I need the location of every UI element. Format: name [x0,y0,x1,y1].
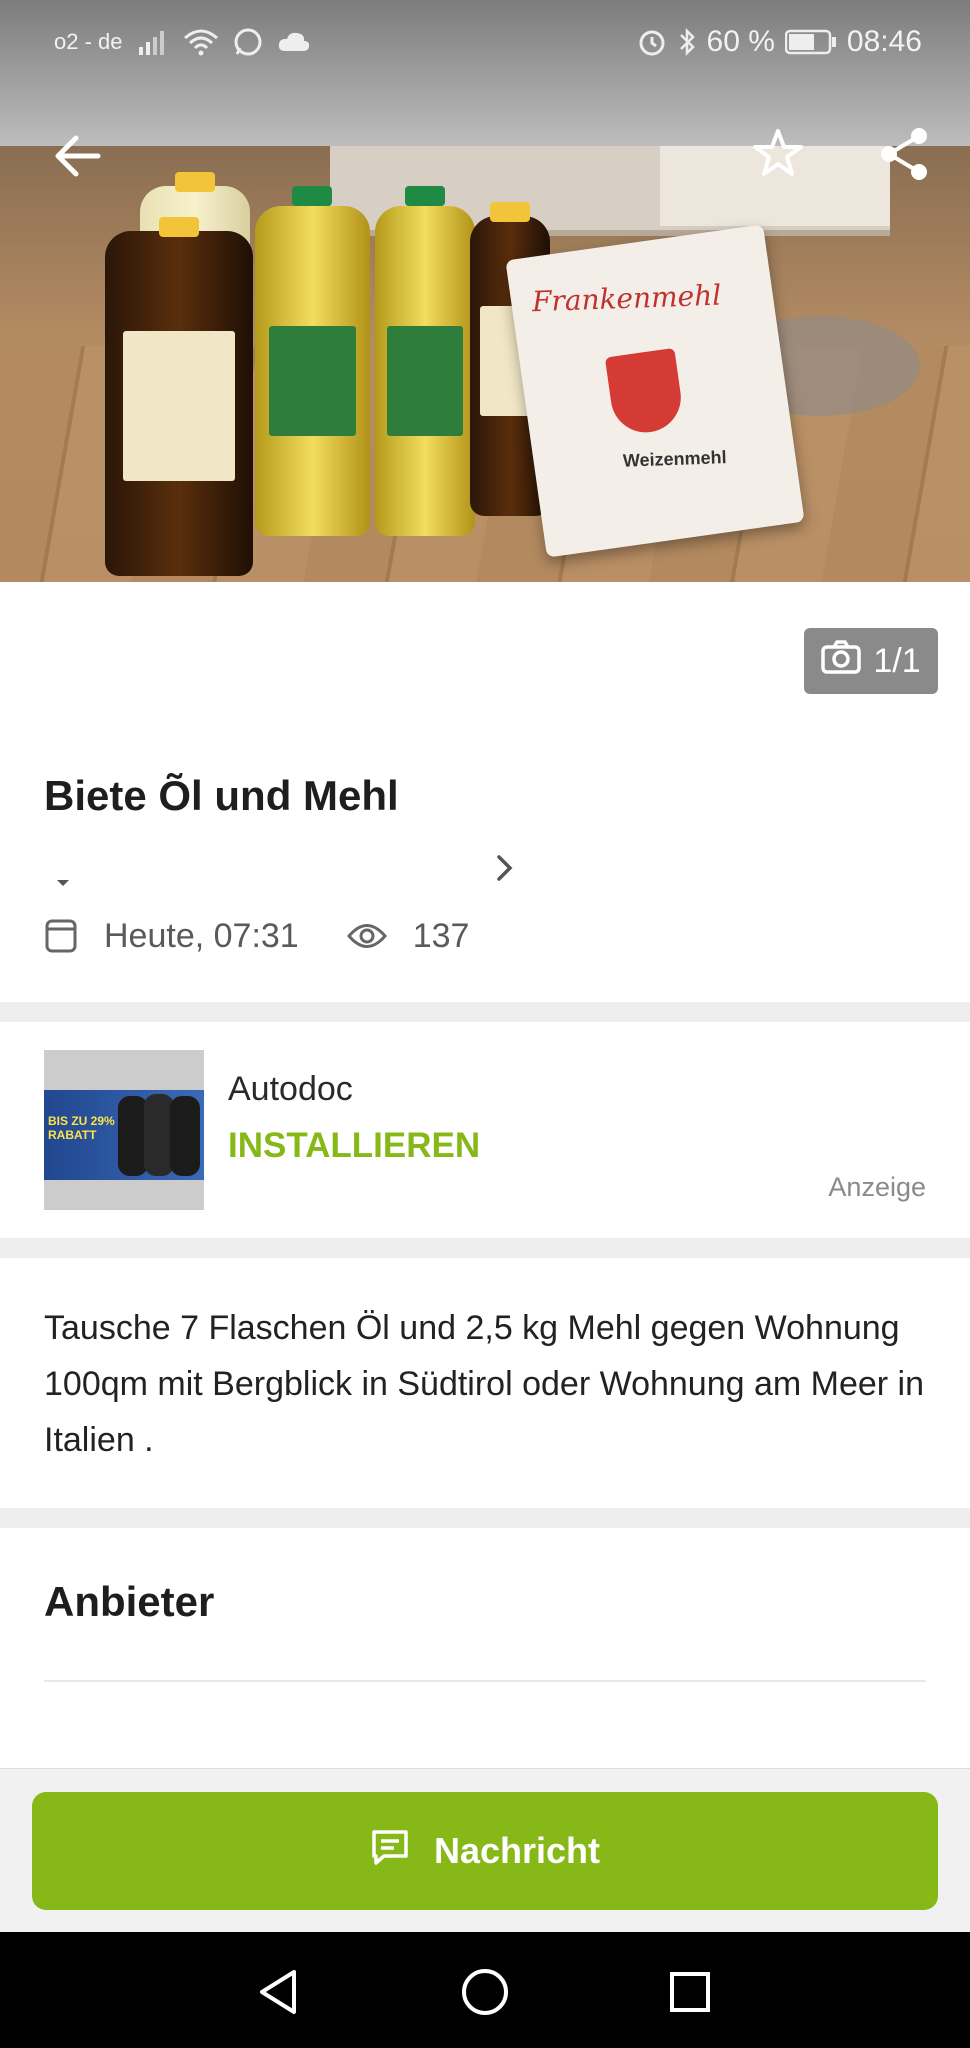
listing-meta: Heute, 07:31 137 [44,912,469,960]
battery-percent: 60 % [706,25,775,58]
flour-brand: Frankenmehl [531,278,722,319]
bottle-cap [490,202,530,222]
flour-type: Weizenmehl [622,447,727,471]
share-icon [877,126,931,187]
section-divider [0,1238,970,1258]
section-divider [0,1002,970,1022]
alarm-icon [637,27,667,57]
clock: 08:46 [846,25,922,58]
bottle-cap [292,186,332,206]
ad-thumb-text: BIS ZU 29% RABATT [48,1114,115,1142]
message-button[interactable]: Nachricht [32,1792,938,1910]
arrow-left-icon [52,134,102,183]
bottle-4 [375,186,475,536]
back-triangle-icon[interactable] [248,1962,308,2022]
seller-section-title: Anbieter [44,1578,215,1625]
bluetooth-icon [677,27,697,57]
status-left: o2 - de [54,24,311,60]
star-outline-icon [751,127,805,186]
flour-shield [604,347,686,437]
section-divider [0,1508,970,1528]
bottle-cap [175,172,215,192]
seller-separator [44,1680,926,1682]
share-button[interactable] [872,124,936,188]
listing-title: Biete Õl und Mehl [44,772,399,819]
listing-date: Heute, 07:31 [104,916,299,955]
cloud-icon [277,31,311,53]
bottle-3 [255,186,370,536]
back-button[interactable] [42,128,112,188]
bottle-2 [105,217,253,576]
recents-square-icon[interactable] [660,1962,720,2022]
listing-description: Tausche 7 Flaschen Öl und 2,5 kg Mehl ge… [44,1309,925,1459]
ad-title[interactable]: Autodoc [228,1070,353,1109]
system-nav-bar [0,1932,970,2048]
wifi-icon [183,28,219,56]
camera-icon [821,639,862,683]
carrier-label: o2 - de [54,29,123,54]
chat-icon [370,1828,410,1875]
message-button-label: Nachricht [433,1830,601,1871]
bottle-label [387,326,463,436]
eye-icon [346,923,387,949]
listing-photo[interactable]: Frankenmehl Weizenmehl [0,146,970,582]
photo-count-text: 1/1 [873,641,921,680]
flour-bag: Frankenmehl Weizenmehl [505,224,805,558]
ad-label: Anzeige [828,1172,926,1202]
tire-graphic [170,1096,200,1176]
status-bar: o2 - de 60 % 08:46 [0,0,970,146]
view-count: 137 [412,916,470,955]
ad-thumbnail[interactable]: BIS ZU 29% RABATT [44,1050,204,1210]
home-circle-icon[interactable] [455,1962,515,2022]
favorite-button[interactable] [746,124,810,188]
bottle-label [268,326,357,436]
install-button[interactable]: INSTALLIEREN [228,1126,480,1166]
caret-down-icon [56,874,70,892]
chevron-right-icon[interactable] [496,854,514,887]
photo-counter[interactable]: 1/1 [804,628,938,694]
bottle-cap [159,217,199,237]
whatsapp-icon [233,27,263,57]
battery-icon [784,29,837,55]
bottle-label [122,331,236,481]
status-right: 60 % 08:46 [637,24,922,60]
signal-icon [137,29,169,55]
calendar-icon [44,918,78,954]
bottle-cap [405,186,445,206]
